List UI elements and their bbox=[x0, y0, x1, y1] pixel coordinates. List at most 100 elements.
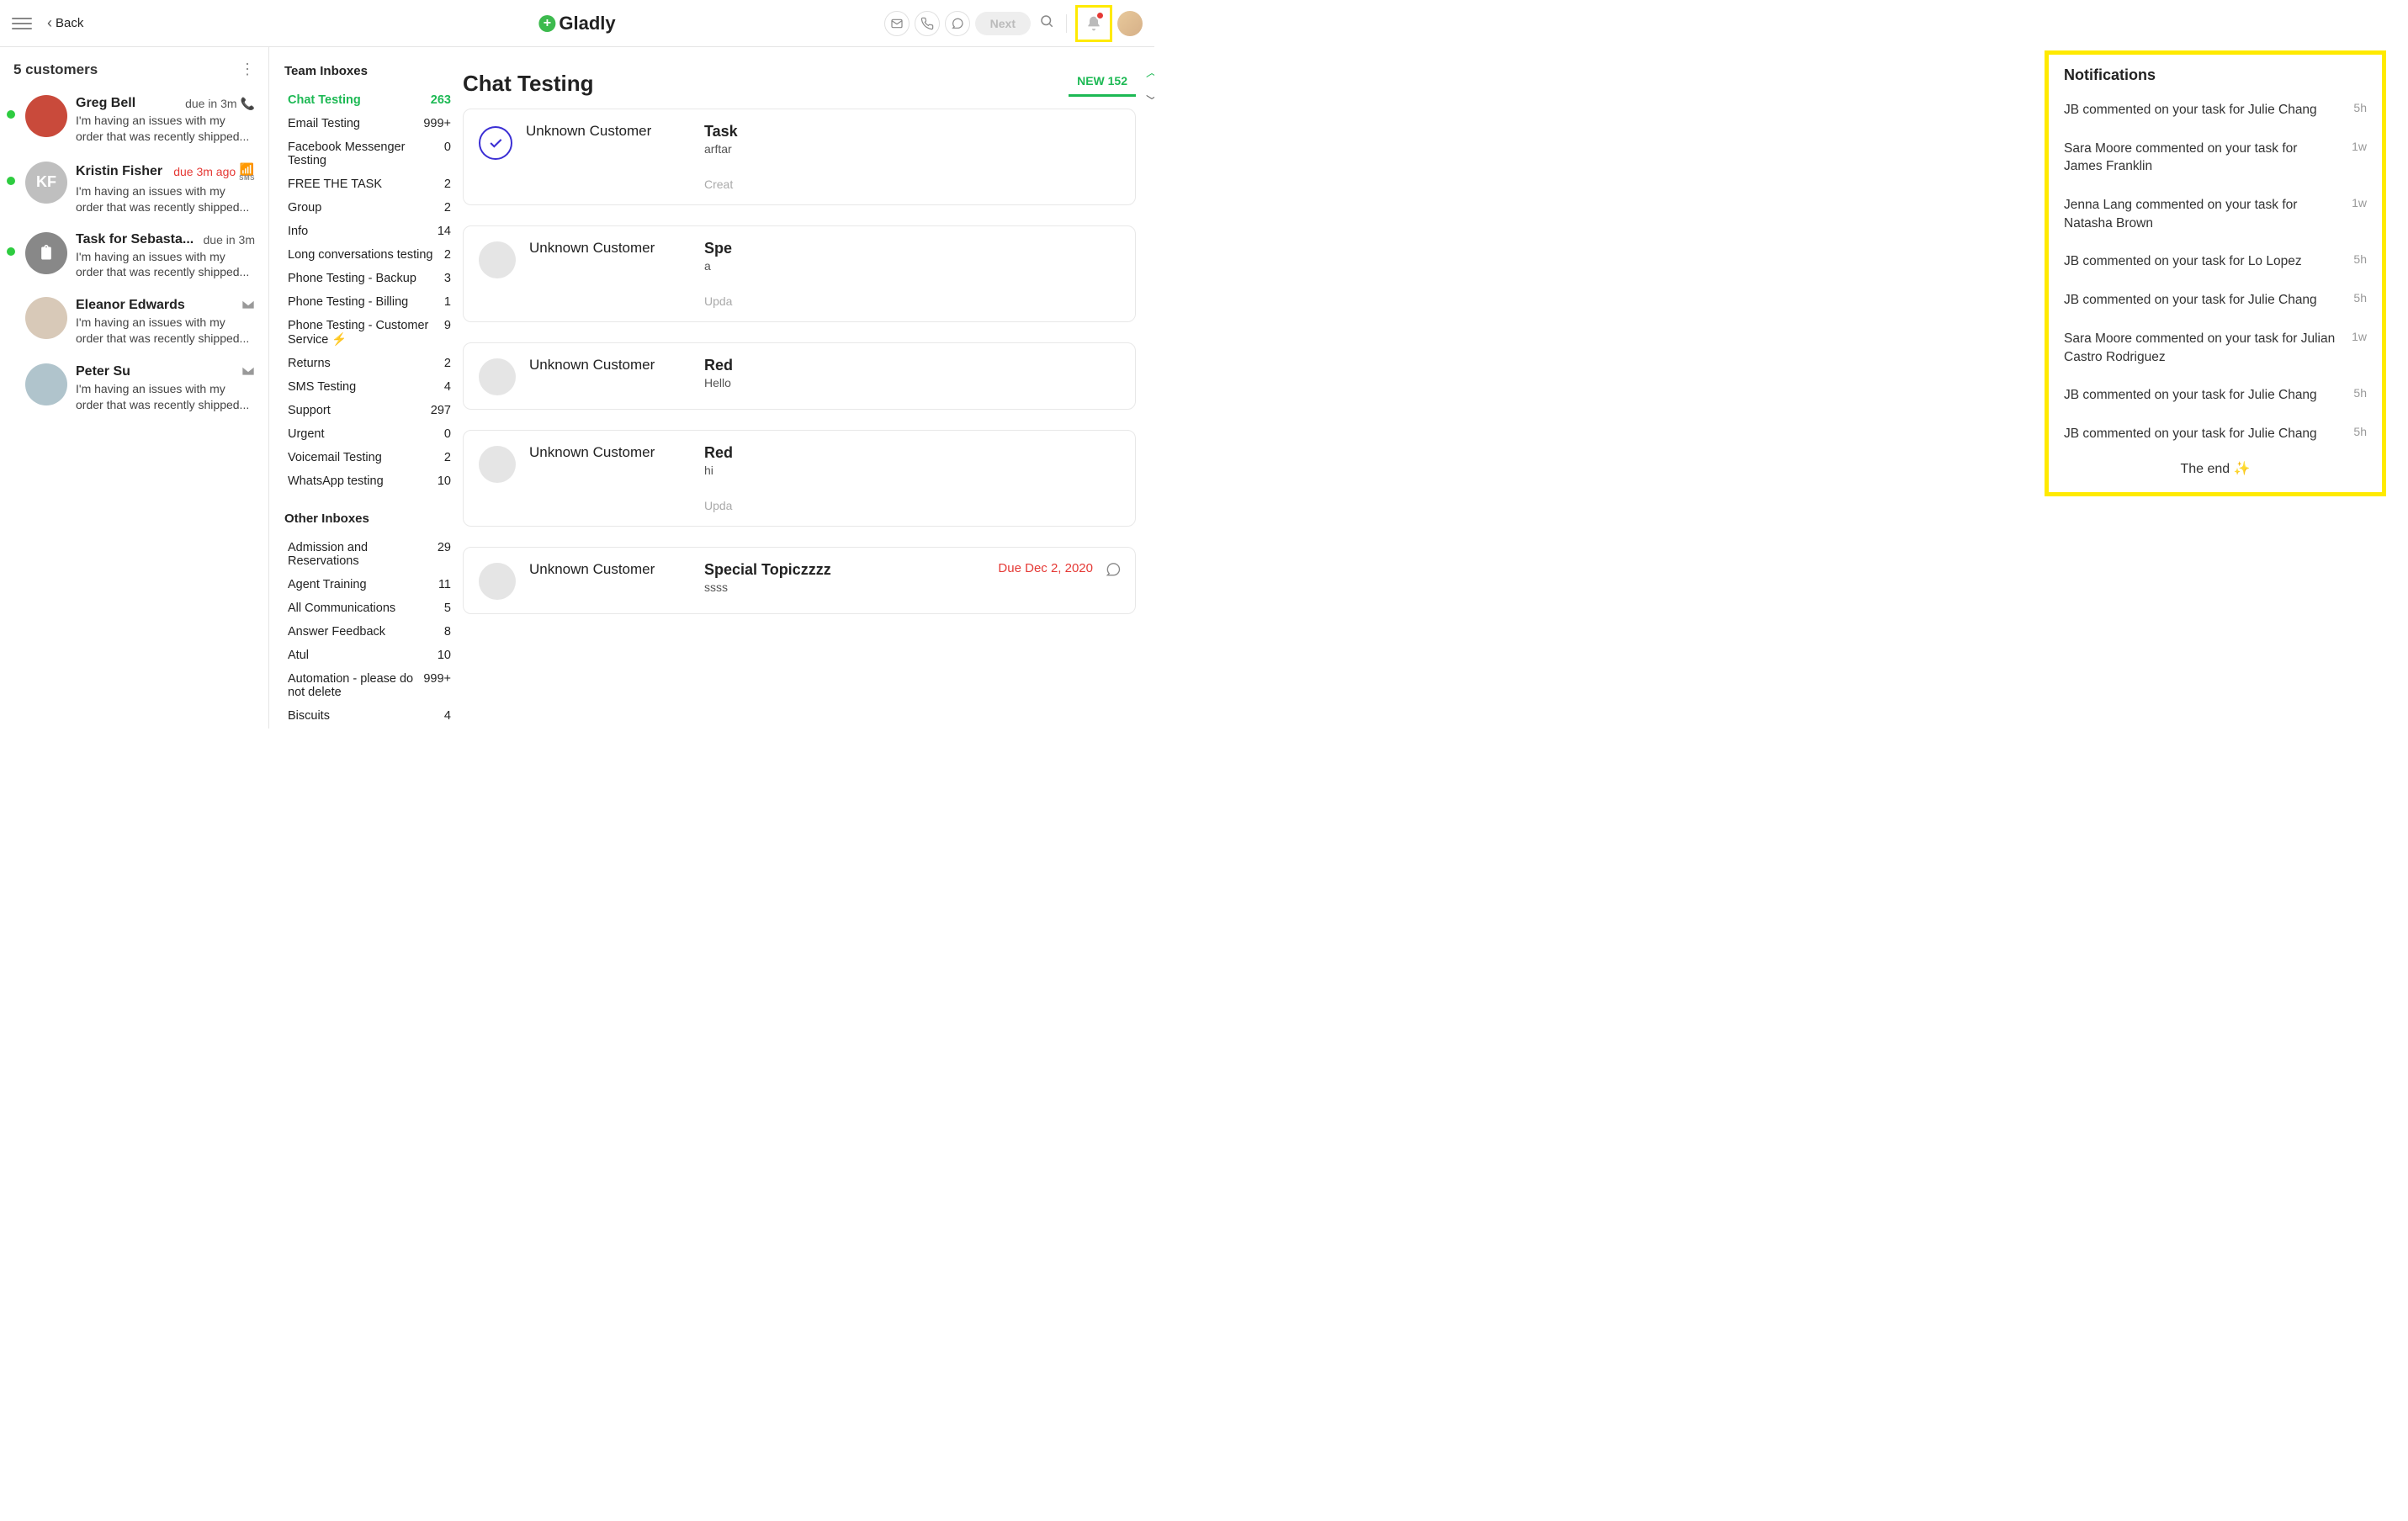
inbox-name: Email Testing bbox=[288, 117, 360, 130]
inbox-name: All Communications bbox=[288, 602, 395, 615]
inbox-item[interactable]: Atul10 bbox=[284, 644, 454, 667]
conversation-card[interactable]: Unknown CustomerSpecial TopiczzzzssssDue… bbox=[463, 547, 1136, 614]
notification-item[interactable]: Sara Moore commented on your task for Ju… bbox=[2049, 320, 2382, 376]
inbox-count: 9 bbox=[444, 319, 451, 347]
inboxes-sidebar: Team Inboxes Chat Testing263Email Testin… bbox=[269, 47, 463, 729]
conversation-card[interactable]: Unknown CustomerRedhiUpda bbox=[463, 430, 1136, 527]
inbox-item[interactable]: Support297 bbox=[284, 399, 454, 422]
customer-name: Eleanor Edwards bbox=[76, 298, 185, 313]
customer-name: Greg Bell bbox=[76, 96, 135, 111]
notification-item[interactable]: Sara Moore commented on your task for Ja… bbox=[2049, 130, 2382, 186]
tab-count: 152 bbox=[1108, 74, 1127, 87]
customer-item[interactable]: Eleanor Edwards I'm having an issues with… bbox=[0, 289, 268, 355]
conversation-meta: Upda bbox=[704, 499, 1120, 512]
customer-avatar: KF bbox=[25, 162, 67, 204]
customers-sidebar: 5 customers ⋮ Greg Belldue in 3m 📞I'm ha… bbox=[0, 47, 269, 729]
back-label: Back bbox=[56, 16, 83, 30]
email-icon[interactable] bbox=[884, 11, 910, 36]
inbox-item[interactable]: Admission and Reservations29 bbox=[284, 536, 454, 573]
check-circle-icon[interactable] bbox=[479, 126, 512, 160]
notification-item[interactable]: Jenna Lang commented on your task for Na… bbox=[2049, 186, 2382, 242]
notification-time: 1w bbox=[2352, 196, 2367, 209]
inbox-count: 4 bbox=[444, 380, 451, 394]
inbox-item[interactable]: FREE THE TASK2 bbox=[284, 172, 454, 196]
conversation-meta: Upda bbox=[704, 294, 1120, 308]
conversation-due: Due Dec 2, 2020 bbox=[998, 561, 1093, 575]
customer-name: Task for Sebasta... bbox=[76, 232, 194, 247]
inbox-item[interactable]: Phone Testing - Backup3 bbox=[284, 267, 454, 290]
notification-item[interactable]: JB commented on your task for Julie Chan… bbox=[2049, 91, 2382, 130]
back-button[interactable]: ‹ Back bbox=[47, 14, 83, 32]
inbox-item[interactable]: Chat Testing263 bbox=[284, 88, 454, 112]
phone-icon[interactable] bbox=[915, 11, 940, 36]
notification-item[interactable]: JB commented on your task for Julie Chan… bbox=[2049, 415, 2382, 453]
inbox-item[interactable]: Voicemail Testing2 bbox=[284, 446, 454, 469]
brand-plus-icon bbox=[538, 15, 555, 32]
inbox-item[interactable]: Urgent 0 bbox=[284, 422, 454, 446]
user-avatar[interactable] bbox=[1117, 11, 1143, 36]
inbox-name: Admission and Reservations bbox=[288, 541, 438, 568]
conversation-snippet: hi bbox=[704, 464, 1120, 477]
notification-text: Jenna Lang commented on your task for Na… bbox=[2064, 196, 2338, 232]
inbox-item[interactable]: Email Testing999+ bbox=[284, 112, 454, 135]
notification-indicator-dot bbox=[1095, 11, 1105, 20]
conversation-card[interactable]: Unknown CustomerSpeaUpda bbox=[463, 225, 1136, 322]
inbox-item[interactable]: Cathryn Email Testing1 bbox=[284, 728, 454, 729]
inbox-item[interactable]: Facebook Messenger Testing0 bbox=[284, 135, 454, 172]
notification-item[interactable]: JB commented on your task for Julie Chan… bbox=[2049, 376, 2382, 415]
search-icon[interactable] bbox=[1036, 10, 1058, 36]
conversation-card[interactable]: Unknown CustomerRedHello bbox=[463, 342, 1136, 410]
inbox-item[interactable]: Automation - please do not delete999+ bbox=[284, 667, 454, 704]
conversation-subject: Red bbox=[704, 357, 1120, 374]
customer-preview: I'm having an issues with my order that … bbox=[76, 381, 255, 413]
inbox-name: Facebook Messenger Testing bbox=[288, 140, 444, 167]
tab-label: NEW bbox=[1077, 74, 1105, 87]
next-button[interactable]: Next bbox=[975, 12, 1031, 35]
inbox-item[interactable]: SMS Testing 4 bbox=[284, 375, 454, 399]
inbox-name: Group bbox=[288, 201, 321, 215]
inbox-item[interactable]: Info14 bbox=[284, 220, 454, 243]
inbox-name: WhatsApp testing bbox=[288, 474, 384, 488]
inbox-item[interactable]: Returns2 bbox=[284, 352, 454, 375]
topbar-actions: Next bbox=[884, 5, 1143, 42]
notifications-bell-icon[interactable] bbox=[1075, 5, 1112, 42]
separator bbox=[1066, 14, 1067, 33]
inbox-item[interactable]: Group2 bbox=[284, 196, 454, 220]
inbox-name: SMS Testing bbox=[288, 380, 356, 394]
status-dot bbox=[7, 110, 15, 119]
customer-due: due in 3m 📞 bbox=[185, 95, 255, 111]
customers-more-icon[interactable]: ⋮ bbox=[240, 61, 255, 78]
inbox-item[interactable]: Agent Training11 bbox=[284, 573, 454, 596]
conversation-tabs: NEW 152 bbox=[1069, 67, 1136, 97]
status-dot bbox=[7, 247, 15, 256]
menu-icon[interactable] bbox=[12, 13, 32, 34]
inbox-item[interactable]: Phone Testing - Customer Service ⚡9 bbox=[284, 314, 454, 352]
customer-item[interactable]: Peter SuI'm having an issues with my ord… bbox=[0, 355, 268, 421]
inbox-item[interactable]: Phone Testing - Billing1 bbox=[284, 290, 454, 314]
chevron-down-icon[interactable]: ﹀ bbox=[1146, 93, 1154, 109]
notification-item[interactable]: JB commented on your task for Lo Lopez5h bbox=[2049, 242, 2382, 281]
chevron-up-icon[interactable]: ︿ bbox=[1146, 64, 1154, 81]
tab-new[interactable]: NEW 152 bbox=[1069, 67, 1136, 97]
inbox-count: 0 bbox=[444, 427, 451, 441]
customer-preview: I'm having an issues with my order that … bbox=[76, 315, 255, 347]
notification-item[interactable]: JB commented on your task for Julie Chan… bbox=[2049, 281, 2382, 320]
customer-preview: I'm having an issues with my order that … bbox=[76, 183, 255, 215]
inbox-item[interactable]: Long conversations testing2 bbox=[284, 243, 454, 267]
inbox-item[interactable]: All Communications5 bbox=[284, 596, 454, 620]
inbox-item[interactable]: Answer Feedback8 bbox=[284, 620, 454, 644]
inbox-item[interactable]: WhatsApp testing10 bbox=[284, 469, 454, 493]
inbox-count: 3 bbox=[444, 272, 451, 285]
chat-icon[interactable] bbox=[945, 11, 970, 36]
top-bar: ‹ Back Gladly Next bbox=[0, 0, 1154, 47]
conversation-card[interactable]: Unknown CustomerTaskarftarCreat bbox=[463, 109, 1136, 205]
customer-item[interactable]: KFKristin Fisherdue 3m ago 📶SMSI'm havin… bbox=[0, 153, 268, 224]
customer-avatar bbox=[25, 95, 67, 137]
inbox-name: Urgent bbox=[288, 427, 325, 441]
conversation-avatar bbox=[479, 358, 516, 395]
customer-item[interactable]: Greg Belldue in 3m 📞I'm having an issues… bbox=[0, 87, 268, 153]
inbox-item[interactable]: Biscuits4 bbox=[284, 704, 454, 728]
customer-item[interactable]: Task for Sebasta...due in 3m I'm having … bbox=[0, 224, 268, 289]
brand-logo: Gladly bbox=[538, 13, 615, 34]
inbox-name: Voicemail Testing bbox=[288, 451, 382, 464]
